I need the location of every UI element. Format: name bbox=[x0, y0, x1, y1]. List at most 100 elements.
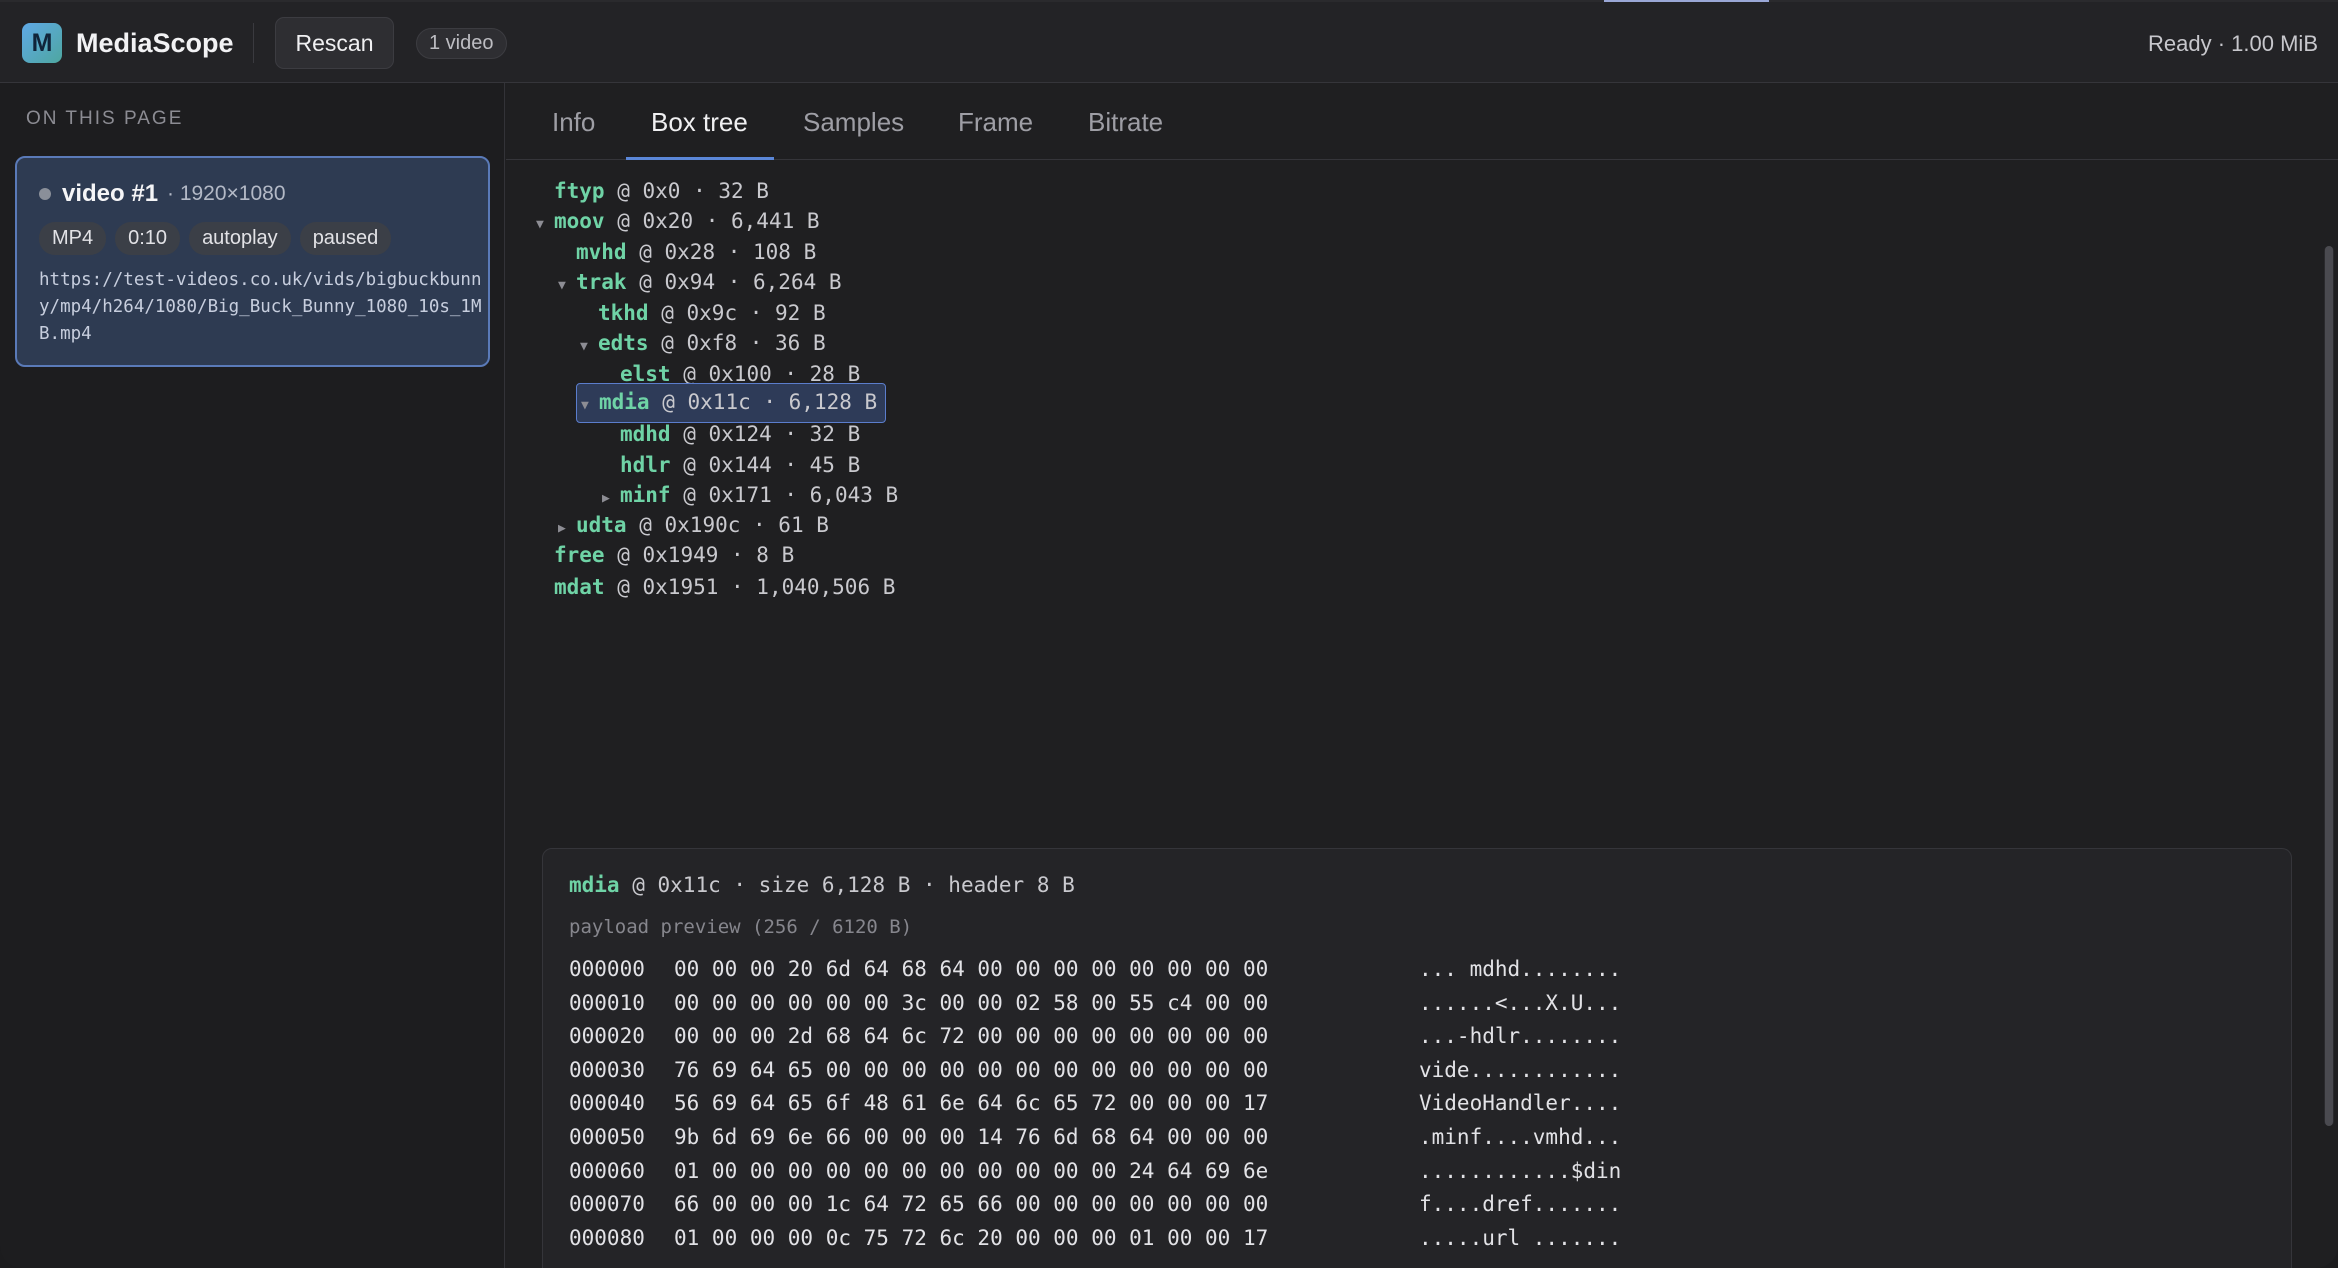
tab-frame[interactable]: Frame bbox=[958, 107, 1033, 138]
tag-format: MP4 bbox=[39, 222, 107, 255]
hex-row: 000010 00 00 00 00 00 00 3c 00 00 02 58 0… bbox=[569, 987, 1621, 1021]
hex-bytes: 66 00 00 00 1c 64 72 65 66 00 00 00 00 0… bbox=[674, 1192, 1269, 1217]
collapse-arrow-icon[interactable]: ▼ bbox=[580, 328, 598, 366]
box-name: ftyp bbox=[554, 179, 605, 203]
hex-row: 000020 00 00 00 2d 68 64 6c 72 00 00 00 0… bbox=[569, 1020, 1621, 1054]
box-name: hdlr bbox=[620, 453, 671, 477]
hex-offset: 000070 bbox=[569, 1192, 645, 1217]
video-card[interactable]: video #1 · 1920×1080 MP4 0:10 autoplay p… bbox=[15, 156, 490, 367]
tab-info[interactable]: Info bbox=[552, 107, 595, 138]
hex-offset: 000080 bbox=[569, 1225, 645, 1250]
hex-row: 000050 9b 6d 69 6e 66 00 00 00 14 76 6d 6… bbox=[569, 1121, 1621, 1155]
hex-row: 000030 76 69 64 65 00 00 00 00 00 00 00 0… bbox=[569, 1054, 1621, 1088]
box-info: @ 0x94 · 6,264 B bbox=[639, 270, 842, 294]
box-name: trak bbox=[576, 270, 627, 294]
hex-row: 000000 00 00 00 20 6d 64 68 64 00 00 00 0… bbox=[569, 953, 1621, 987]
collapse-arrow-icon[interactable]: ▼ bbox=[536, 206, 554, 244]
box-info: @ 0x20 · 6,441 B bbox=[617, 209, 820, 233]
status-dot-icon bbox=[39, 188, 51, 200]
box-info: @ 0x1951 · 1,040,506 B bbox=[617, 575, 896, 599]
sidebar-heading: ON THIS PAGE bbox=[26, 108, 184, 129]
tag-duration: 0:10 bbox=[115, 222, 181, 255]
app-window: M MediaScope Rescan 1 video Ready · 1.00… bbox=[0, 0, 2338, 1268]
hex-bytes: 00 00 00 20 6d 64 68 64 00 00 00 00 00 0… bbox=[674, 957, 1269, 981]
hex-offset: 000040 bbox=[569, 1091, 645, 1116]
hex-bytes: 76 69 64 65 00 00 00 00 00 00 00 00 00 0… bbox=[674, 1057, 1269, 1082]
video-count-badge: 1 video bbox=[416, 28, 507, 59]
hex-ascii: ...-hdlr........ bbox=[1419, 1024, 1622, 1049]
box-info: @ 0x0 · 32 B bbox=[617, 179, 769, 203]
app-header: M MediaScope Rescan 1 video Ready · 1.00… bbox=[0, 2, 2338, 83]
video-url: https://test-videos.co.uk/vids/bigbuckbu… bbox=[39, 270, 482, 344]
hex-row: 000060 01 00 00 00 00 00 00 00 00 00 00 0… bbox=[569, 1155, 1621, 1189]
box-name: moov bbox=[554, 209, 605, 233]
status-text: Ready · 1.00 MiB bbox=[2148, 31, 2318, 56]
box-name: edts bbox=[598, 331, 649, 355]
hex-bytes: 56 69 64 65 6f 48 61 6e 64 6c 65 72 00 0… bbox=[674, 1091, 1269, 1116]
box-name: mdhd bbox=[620, 422, 671, 446]
hex-bytes: 00 00 00 00 00 00 3c 00 00 02 58 00 55 c… bbox=[674, 990, 1269, 1015]
box-info: @ 0x28 · 108 B bbox=[639, 240, 817, 264]
hex-bytes: 01 00 00 00 00 00 00 00 00 00 00 00 24 6… bbox=[674, 1158, 1269, 1183]
hex-dump: 000000 00 00 00 20 6d 64 68 64 00 00 00 0… bbox=[569, 953, 1621, 1255]
box-name: tkhd bbox=[598, 301, 649, 325]
video-dimensions: · 1920×1080 bbox=[167, 182, 286, 205]
video-tags: MP4 0:10 autoplay paused bbox=[39, 222, 392, 255]
video-title: video #1 bbox=[62, 180, 159, 207]
app-name: MediaScope bbox=[76, 28, 234, 58]
tab-samples[interactable]: Samples bbox=[803, 107, 904, 138]
box-name: mdat bbox=[554, 575, 605, 599]
box-info: @ 0x144 · 45 B bbox=[683, 453, 861, 477]
hex-row: 000070 66 00 00 00 1c 64 72 65 66 00 00 0… bbox=[569, 1188, 1621, 1222]
box-name: mdia bbox=[599, 390, 650, 414]
tab-bar: Info Box tree Samples Frame Bitrate bbox=[506, 83, 2338, 160]
tree-node-mdat[interactable]: mdat @ 0x1951 · 1,040,506 B bbox=[536, 568, 895, 606]
payload-preview-label: payload preview (256 / 6120 B) bbox=[569, 916, 913, 938]
sidebar: ON THIS PAGE video #1 · 1920×1080 MP4 0:… bbox=[0, 83, 505, 1268]
hex-ascii: ......<...X.U... bbox=[1419, 990, 1622, 1015]
hex-row: 000080 01 00 00 00 0c 75 72 6c 20 00 00 0… bbox=[569, 1222, 1621, 1256]
box-info: @ 0x1949 · 8 B bbox=[617, 543, 795, 567]
hex-ascii: .....url ....... bbox=[1419, 1225, 1622, 1250]
active-tab-indicator bbox=[626, 157, 774, 160]
box-info: @ 0x11c · 6,128 B bbox=[662, 390, 878, 414]
hex-bytes: 9b 6d 69 6e 66 00 00 00 14 76 6d 68 64 0… bbox=[674, 1124, 1269, 1149]
box-detail-panel: mdia @ 0x11c · size 6,128 B · header 8 B… bbox=[542, 848, 2292, 1268]
box-name: mvhd bbox=[576, 240, 627, 264]
hex-offset: 000000 bbox=[569, 957, 645, 981]
app-logo: M bbox=[22, 23, 62, 63]
box-info: @ 0xf8 · 36 B bbox=[661, 331, 826, 355]
tag-autoplay: autoplay bbox=[189, 222, 291, 255]
detail-box-name: mdia bbox=[569, 873, 620, 897]
tab-box-tree[interactable]: Box tree bbox=[651, 107, 748, 138]
hex-row: 000040 56 69 64 65 6f 48 61 6e 64 6c 65 7… bbox=[569, 1087, 1621, 1121]
box-name: udta bbox=[576, 513, 627, 537]
box-info: @ 0x171 · 6,043 B bbox=[683, 483, 899, 507]
detail-box-info: @ 0x11c · size 6,128 B · header 8 B bbox=[632, 873, 1075, 897]
box-info: @ 0x190c · 61 B bbox=[639, 513, 829, 537]
box-info: @ 0x124 · 32 B bbox=[683, 422, 861, 446]
hex-ascii: ............$din bbox=[1419, 1158, 1622, 1183]
hex-offset: 000030 bbox=[569, 1057, 645, 1082]
box-info: @ 0x9c · 92 B bbox=[661, 301, 826, 325]
hex-offset: 000020 bbox=[569, 1024, 645, 1049]
rescan-button[interactable]: Rescan bbox=[275, 17, 394, 69]
hex-ascii: f....dref....... bbox=[1419, 1192, 1622, 1217]
tag-state: paused bbox=[299, 222, 392, 255]
collapse-arrow-icon[interactable]: ▼ bbox=[581, 387, 599, 424]
tab-bitrate[interactable]: Bitrate bbox=[1088, 107, 1163, 138]
collapse-arrow-icon[interactable]: ▼ bbox=[558, 267, 576, 305]
hex-offset: 000050 bbox=[569, 1124, 645, 1149]
hex-ascii: vide............ bbox=[1419, 1057, 1622, 1082]
scrollbar-thumb[interactable] bbox=[2325, 246, 2333, 1126]
detail-header: mdia @ 0x11c · size 6,128 B · header 8 B bbox=[569, 873, 1075, 897]
hex-ascii: ... mdhd........ bbox=[1419, 957, 1622, 981]
header-divider bbox=[253, 23, 254, 63]
hex-bytes: 01 00 00 00 0c 75 72 6c 20 00 00 00 01 0… bbox=[674, 1225, 1269, 1250]
box-name: minf bbox=[620, 483, 671, 507]
box-name: free bbox=[554, 543, 605, 567]
hex-ascii: .minf....vmhd... bbox=[1419, 1124, 1622, 1149]
hex-offset: 000060 bbox=[569, 1158, 645, 1183]
hex-bytes: 00 00 00 2d 68 64 6c 72 00 00 00 00 00 0… bbox=[674, 1024, 1269, 1049]
main-panel: Info Box tree Samples Frame Bitrate ftyp… bbox=[506, 83, 2338, 1268]
